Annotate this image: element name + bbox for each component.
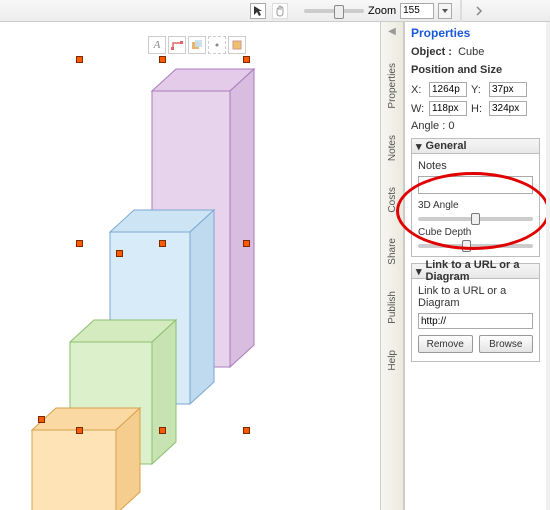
w-field[interactable] xyxy=(429,101,467,116)
tab-publish[interactable]: Publish xyxy=(387,291,398,324)
link-accordion-body: Link to a URL or a Diagram Remove Browse xyxy=(411,279,540,362)
object-name: Cube xyxy=(458,46,484,58)
tab-notes[interactable]: Notes xyxy=(387,135,398,161)
chevron-down-icon: ▾ xyxy=(416,265,422,278)
tab-help[interactable]: Help xyxy=(387,350,398,371)
zoom-dropdown[interactable] xyxy=(438,3,452,19)
resize-handle[interactable] xyxy=(159,427,166,434)
resize-handle[interactable] xyxy=(76,427,83,434)
resize-handle[interactable] xyxy=(38,416,45,423)
y-field[interactable] xyxy=(489,82,527,97)
resize-handle[interactable] xyxy=(243,240,250,247)
notes-input[interactable] xyxy=(418,176,533,194)
angle3d-slider[interactable] xyxy=(418,217,533,221)
toolbar-expand-icon[interactable] xyxy=(470,0,488,22)
scrollbar[interactable] xyxy=(546,22,550,510)
link-label: Link to a URL or a Diagram xyxy=(418,285,506,309)
w-label: W: xyxy=(411,103,425,115)
position-size-heading: Position and Size xyxy=(411,64,540,76)
side-tab-strip: ◀ Properties Notes Costs Share Publish H… xyxy=(380,22,404,510)
notes-label: Notes xyxy=(418,160,447,172)
panel-title: Properties xyxy=(411,26,540,40)
canvas[interactable]: A xyxy=(0,22,380,510)
tab-costs[interactable]: Costs xyxy=(387,187,398,213)
resize-handle[interactable] xyxy=(76,240,83,247)
collapse-panel-icon[interactable]: ◀ xyxy=(388,26,396,37)
top-toolbar: Zoom xyxy=(0,0,550,22)
y-label: Y: xyxy=(471,84,485,96)
depth-slider[interactable] xyxy=(418,244,533,248)
general-accordion-header[interactable]: ▾ General xyxy=(411,138,540,154)
h-label: H: xyxy=(471,103,485,115)
pointer-tool[interactable] xyxy=(250,3,266,19)
selection-box xyxy=(80,60,246,430)
properties-panel: Properties Object : Cube Position and Si… xyxy=(404,22,546,510)
angle-line: Angle : 0 xyxy=(411,120,540,132)
tab-properties[interactable]: Properties xyxy=(387,63,398,109)
hand-tool[interactable] xyxy=(272,3,288,19)
resize-handle[interactable] xyxy=(116,250,123,257)
resize-handle[interactable] xyxy=(76,56,83,63)
resize-handle[interactable] xyxy=(159,240,166,247)
resize-handle[interactable] xyxy=(243,427,250,434)
x-field[interactable] xyxy=(429,82,467,97)
zoom-input[interactable] xyxy=(400,3,434,19)
angle3d-label: 3D Angle xyxy=(418,200,533,211)
general-accordion-body: Notes 3D Angle Cube Depth xyxy=(411,154,540,257)
h-field[interactable] xyxy=(489,101,527,116)
chevron-down-icon: ▾ xyxy=(416,140,422,153)
zoom-slider[interactable] xyxy=(304,9,364,13)
resize-handle[interactable] xyxy=(243,56,250,63)
link-accordion-header[interactable]: ▾ Link to a URL or a Diagram xyxy=(411,263,540,279)
object-line: Object : Cube xyxy=(411,46,540,58)
zoom-label: Zoom xyxy=(368,5,396,17)
browse-button[interactable]: Browse xyxy=(479,335,534,353)
tab-share[interactable]: Share xyxy=(387,238,398,265)
toolbar-divider xyxy=(460,0,462,22)
link-url-input[interactable] xyxy=(418,313,533,329)
depth-label: Cube Depth xyxy=(418,227,533,238)
remove-button[interactable]: Remove xyxy=(418,335,473,353)
zoom-control: Zoom xyxy=(304,3,452,19)
x-label: X: xyxy=(411,84,425,96)
resize-handle[interactable] xyxy=(159,56,166,63)
